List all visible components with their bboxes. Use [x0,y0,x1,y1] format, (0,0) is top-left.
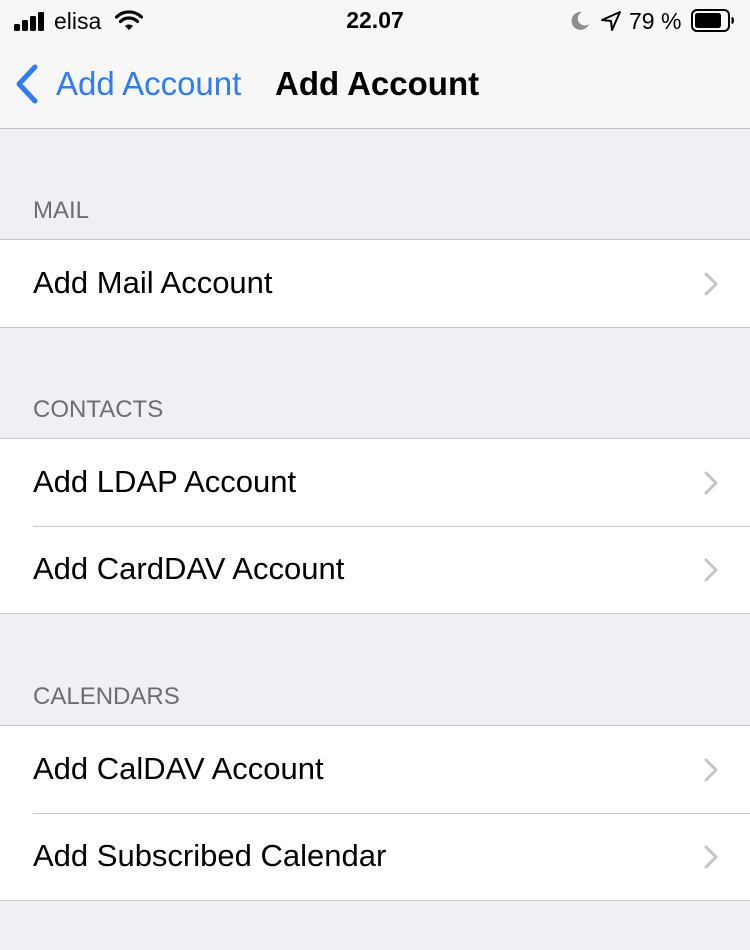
list-item-label: Add Mail Account [33,265,273,300]
navigation-bar: Add Account Add Account [0,44,750,129]
list-item-add-ldap-account[interactable]: Add LDAP Account [0,439,750,526]
calendars-group: Add CalDAV Account Add Subscribed Calend… [0,725,750,901]
chevron-right-icon [704,758,718,782]
list-item-label: Add LDAP Account [33,464,297,499]
location-arrow-icon [601,11,621,31]
list-item-label: Add Subscribed Calendar [33,838,387,873]
status-bar: elisa 22.07 79 % [0,0,750,44]
chevron-right-icon [704,558,718,582]
list-item-add-carddav-account[interactable]: Add CardDAV Account [0,526,750,613]
list-item-add-subscribed-calendar[interactable]: Add Subscribed Calendar [0,813,750,900]
section-header-calendars: CALENDARS [33,683,180,710]
page-title: Add Account [275,65,480,102]
back-button-label: Add Account [56,65,242,102]
chevron-right-icon [704,471,718,495]
chevron-right-icon [704,272,718,296]
list-item-add-mail-account[interactable]: Add Mail Account [0,240,750,327]
chevron-right-icon [704,845,718,869]
contacts-group: Add LDAP Account Add CardDAV Account [0,438,750,614]
section-header-mail: MAIL [33,197,90,224]
list-item-label: Add CardDAV Account [33,551,345,586]
list-item-add-caldav-account[interactable]: Add CalDAV Account [0,726,750,813]
battery-icon [691,9,734,32]
battery-percent: 79 % [629,8,682,34]
mail-group: Add Mail Account [0,239,750,328]
back-button[interactable]: Add Account [14,62,241,106]
moon-icon [571,11,589,30]
section-header-contacts: CONTACTS [33,396,164,423]
chevron-left-icon [16,64,38,104]
list-item-label: Add CalDAV Account [33,751,324,786]
